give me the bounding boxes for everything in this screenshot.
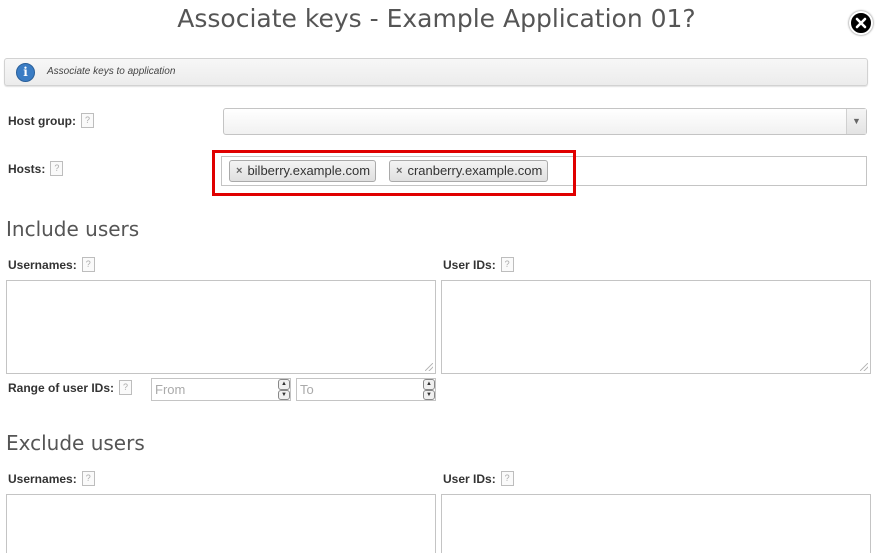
include-users-title: Include users [6,217,140,241]
host-group-label-text: Host group: [8,113,76,128]
exclude-userids-textarea[interactable] [441,494,871,553]
close-button[interactable] [849,11,873,35]
range-from-input[interactable]: From ▲ ▼ [151,378,291,401]
help-icon[interactable]: ? [81,113,94,128]
chevron-down-icon[interactable]: ▼ [846,109,866,134]
dialog-title: Associate keys - Example Application 01? [177,4,696,33]
help-icon[interactable]: ? [500,257,514,272]
range-to-stepper[interactable]: ▲ ▼ [423,379,435,400]
help-icon[interactable]: ? [500,471,514,486]
include-userids-textarea[interactable] [441,280,871,374]
range-label: Range of user IDs: ? [8,380,133,395]
resize-grip-icon[interactable] [425,363,433,371]
exclude-userids-label-text: User IDs: [443,471,496,486]
exclude-users-title: Exclude users [6,431,145,455]
exclude-usernames-label-text: Usernames: [8,471,77,486]
info-text: Associate keys to application [47,66,176,77]
highlight-box [212,150,576,196]
close-icon [855,17,867,29]
info-icon: i [16,63,35,82]
help-icon[interactable]: ? [81,471,95,486]
exclude-userids-label: User IDs: ? [443,471,514,486]
include-usernames-label-text: Usernames: [8,257,77,272]
include-usernames-textarea[interactable] [6,280,436,374]
range-label-text: Range of user IDs: [8,380,115,395]
hosts-label-text: Hosts: [8,161,46,176]
range-from-placeholder: From [155,382,186,397]
range-to-placeholder: To [300,382,314,397]
resize-grip-icon[interactable] [860,363,868,371]
include-userids-label-text: User IDs: [443,257,496,272]
host-group-select[interactable]: ▼ [223,108,867,135]
range-from-stepper[interactable]: ▲ ▼ [278,379,290,400]
help-icon[interactable]: ? [81,257,95,272]
hosts-label: Hosts: ? [8,161,64,176]
chevron-down-icon[interactable]: ▼ [423,389,435,400]
host-group-label: Host group: ? [8,113,94,128]
help-icon[interactable]: ? [119,380,133,395]
info-bar: i Associate keys to application [4,58,868,86]
exclude-usernames-textarea[interactable] [6,494,436,553]
help-icon[interactable]: ? [50,161,64,176]
include-userids-label: User IDs: ? [443,257,514,272]
range-to-input[interactable]: To ▲ ▼ [296,378,436,401]
exclude-usernames-label: Usernames: ? [8,471,95,486]
include-usernames-label: Usernames: ? [8,257,95,272]
chevron-up-icon[interactable]: ▲ [278,379,290,390]
chevron-up-icon[interactable]: ▲ [423,379,435,390]
chevron-down-icon[interactable]: ▼ [278,389,290,400]
